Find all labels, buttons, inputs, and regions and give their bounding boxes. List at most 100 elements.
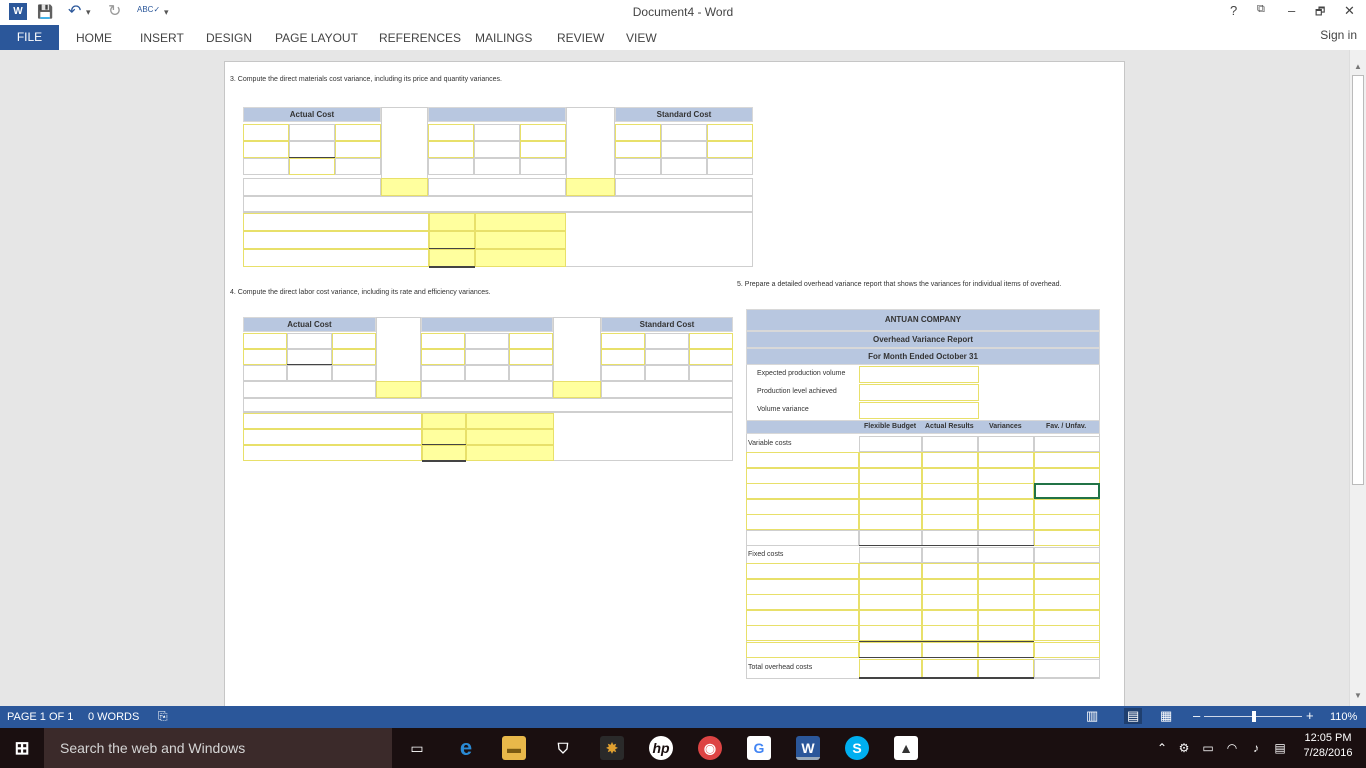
report-input-cell[interactable] bbox=[1034, 498, 1100, 515]
q3-input-cell[interactable] bbox=[615, 124, 661, 141]
word-count[interactable]: 0 WORDS bbox=[88, 711, 139, 723]
q4-input-cell[interactable] bbox=[243, 333, 287, 349]
scroll-down-icon[interactable]: ▼ bbox=[1353, 691, 1363, 701]
battery-icon[interactable]: ▭ bbox=[1196, 736, 1220, 760]
report-input-cell[interactable] bbox=[922, 467, 978, 484]
volume-icon[interactable]: ♪ bbox=[1244, 736, 1268, 760]
report-input-cell[interactable] bbox=[1034, 514, 1100, 531]
q4-summary-label-input[interactable] bbox=[243, 445, 422, 461]
report-input-cell[interactable] bbox=[859, 563, 922, 579]
scroll-thumb[interactable] bbox=[1352, 75, 1364, 485]
q4-input-cell[interactable] bbox=[509, 333, 553, 349]
help-icon[interactable]: ? bbox=[1230, 3, 1237, 18]
report-input-cell[interactable] bbox=[978, 642, 1034, 658]
ribbon-display-icon[interactable]: ⧉ bbox=[1257, 3, 1265, 16]
report-input-cell[interactable] bbox=[859, 642, 922, 658]
task-view-icon[interactable]: ▭ bbox=[405, 736, 429, 760]
q3-input-cell[interactable] bbox=[243, 124, 289, 141]
q4-input-cell[interactable] bbox=[689, 349, 733, 365]
q3-quantity-variance-input[interactable] bbox=[566, 178, 615, 196]
q3-input-cell[interactable] bbox=[289, 158, 335, 175]
report-input-cell[interactable] bbox=[922, 642, 978, 658]
report-input-cell[interactable] bbox=[922, 609, 978, 626]
q4-efficiency-variance-input[interactable] bbox=[553, 381, 601, 398]
file-explorer-icon[interactable]: ▬ bbox=[502, 736, 526, 760]
q3-input-cell[interactable] bbox=[335, 124, 381, 141]
tray-clock[interactable]: 12:05 PM 7/28/2016 bbox=[1298, 732, 1358, 759]
read-mode-icon[interactable]: ▥ bbox=[1086, 708, 1098, 724]
tab-insert[interactable]: INSERT bbox=[140, 31, 184, 45]
close-icon[interactable]: ✕ bbox=[1344, 3, 1355, 19]
wifi-icon[interactable]: ◠ bbox=[1220, 736, 1244, 760]
q4-input-cell[interactable] bbox=[601, 333, 645, 349]
proofing-icon[interactable]: ⎘ bbox=[158, 709, 168, 724]
report-input-cell[interactable] bbox=[859, 514, 922, 531]
report-input-cell[interactable] bbox=[746, 514, 859, 531]
report-input-cell[interactable] bbox=[859, 609, 922, 626]
app-tiles-icon[interactable]: ✸ bbox=[600, 736, 624, 760]
page-count[interactable]: PAGE 1 OF 1 bbox=[7, 711, 73, 723]
q3-input-cell[interactable] bbox=[520, 141, 566, 158]
tab-design[interactable]: DESIGN bbox=[206, 31, 252, 45]
report-input-cell[interactable] bbox=[859, 483, 922, 500]
report-input-cell[interactable] bbox=[746, 498, 859, 515]
q3-summary-label-input[interactable] bbox=[243, 249, 429, 267]
zoom-slider-thumb[interactable] bbox=[1252, 711, 1256, 722]
minimize-icon[interactable]: – bbox=[1288, 3, 1295, 18]
q4-input-cell[interactable] bbox=[509, 349, 553, 365]
report-input-cell[interactable] bbox=[859, 625, 922, 642]
skype-icon[interactable]: S bbox=[845, 736, 869, 760]
scroll-up-icon[interactable]: ▲ bbox=[1353, 62, 1363, 72]
expected-volume-input[interactable] bbox=[859, 366, 979, 383]
notification-icon[interactable]: ▤ bbox=[1268, 736, 1292, 760]
restore-icon[interactable]: 🗗 bbox=[1315, 3, 1325, 22]
report-input-cell[interactable] bbox=[978, 594, 1034, 611]
q3-input-cell[interactable] bbox=[615, 141, 661, 158]
q4-input-cell[interactable] bbox=[601, 349, 645, 365]
q4-input-cell[interactable] bbox=[421, 333, 465, 349]
zoom-out-icon[interactable]: – bbox=[1193, 708, 1200, 723]
q3-input-cell[interactable] bbox=[243, 141, 289, 158]
report-input-cell[interactable] bbox=[978, 609, 1034, 626]
web-layout-icon[interactable]: ▦ bbox=[1160, 708, 1172, 724]
q3-input-cell[interactable] bbox=[428, 141, 474, 158]
report-input-cell[interactable] bbox=[978, 514, 1034, 531]
q3-summary-amount-input[interactable] bbox=[429, 213, 475, 231]
report-input-cell[interactable] bbox=[978, 483, 1034, 500]
tab-view[interactable]: VIEW bbox=[626, 31, 657, 45]
q4-summary-amount-input[interactable] bbox=[422, 413, 466, 429]
report-input-cell[interactable] bbox=[1034, 609, 1100, 626]
volume-variance-input[interactable] bbox=[859, 402, 979, 419]
photos-icon[interactable]: ▲ bbox=[894, 736, 918, 760]
report-input-cell[interactable] bbox=[859, 594, 922, 611]
q3-summary-favunfav-input[interactable] bbox=[475, 249, 566, 267]
report-input-cell[interactable] bbox=[746, 563, 859, 579]
q4-rate-variance-input[interactable] bbox=[376, 381, 421, 398]
report-input-cell[interactable] bbox=[746, 594, 859, 611]
q4-input-cell[interactable] bbox=[332, 349, 376, 365]
report-input-cell[interactable] bbox=[746, 642, 859, 658]
report-input-cell[interactable] bbox=[1034, 594, 1100, 611]
q3-input-cell[interactable] bbox=[707, 141, 753, 158]
google-icon[interactable]: G bbox=[747, 736, 771, 760]
hp-icon[interactable]: hp bbox=[649, 736, 673, 760]
q4-summary-favunfav-input[interactable] bbox=[466, 413, 554, 429]
report-input-cell[interactable] bbox=[922, 514, 978, 531]
tab-mailings[interactable]: MAILINGS bbox=[475, 31, 532, 45]
report-input-cell[interactable] bbox=[859, 578, 922, 595]
q4-summary-label-input[interactable] bbox=[243, 413, 422, 429]
zoom-in-icon[interactable]: + bbox=[1306, 708, 1314, 723]
vertical-scrollbar[interactable]: ▲ ▼ bbox=[1349, 50, 1366, 706]
report-input-cell[interactable] bbox=[978, 498, 1034, 515]
report-input-cell[interactable] bbox=[746, 625, 859, 642]
tray-gear-icon[interactable]: ⚙ bbox=[1172, 736, 1196, 760]
q4-summary-amount-input[interactable] bbox=[422, 429, 466, 445]
report-input-cell[interactable] bbox=[978, 563, 1034, 579]
report-input-cell[interactable] bbox=[1034, 642, 1100, 658]
report-input-cell[interactable] bbox=[922, 483, 978, 500]
q4-input-cell[interactable] bbox=[332, 333, 376, 349]
zoom-level[interactable]: 110% bbox=[1330, 711, 1357, 723]
total-flexible-input[interactable] bbox=[859, 659, 922, 678]
q4-input-cell[interactable] bbox=[421, 349, 465, 365]
report-input-cell[interactable] bbox=[978, 625, 1034, 642]
